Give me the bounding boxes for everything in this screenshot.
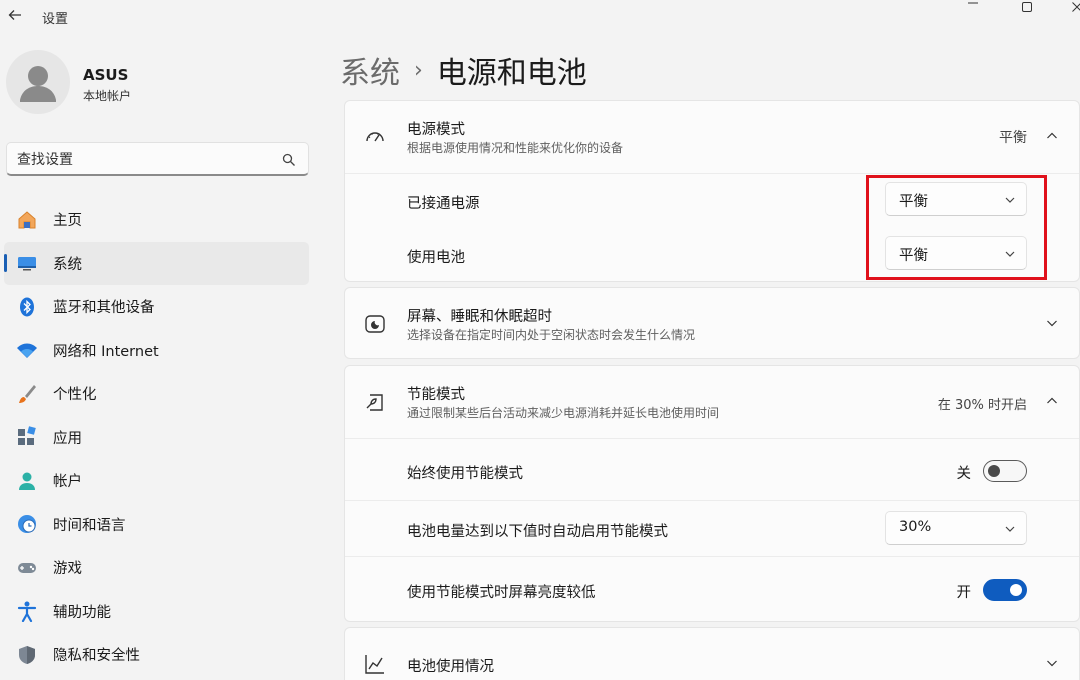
lower-brightness-row: 使用节能模式时屏幕亮度较低 开	[345, 556, 1079, 622]
always-on-state: 关	[956, 466, 972, 482]
brush-icon	[16, 383, 38, 405]
search-box[interactable]	[6, 142, 309, 176]
power-mode-gauge-icon	[363, 125, 387, 149]
home-icon	[16, 209, 38, 231]
sidebar-item-privacy[interactable]: 隐私和安全性	[0, 633, 320, 677]
on-battery-label: 使用电池	[407, 250, 465, 266]
usage-chart-icon	[363, 652, 387, 676]
sidebar-item-label: 帐户	[53, 474, 82, 491]
toggle-knob	[1010, 583, 1022, 596]
user-avatar-icon[interactable]	[6, 50, 70, 114]
back-arrow-icon[interactable]	[4, 4, 26, 26]
close-icon[interactable]	[1062, 0, 1080, 16]
always-on-label: 始终使用节能模式	[407, 466, 523, 482]
sidebar-item-label: 网络和 Internet	[53, 343, 159, 360]
app-title: 设置	[42, 12, 69, 27]
sidebar-item-gaming[interactable]: 游戏	[0, 546, 320, 590]
sidebar-item-network[interactable]: 网络和 Internet	[0, 329, 320, 373]
screen-sleep-card[interactable]: 屏幕、睡眠和休眠超时 选择设备在指定时间内处于空闲状态时会发生什么情况	[344, 287, 1080, 359]
sidebar-item-accessibility[interactable]: 辅助功能	[0, 590, 320, 634]
dropdown-value: 30%	[899, 519, 932, 535]
globe-clock-icon	[16, 513, 38, 535]
battery-usage-header[interactable]: 电池使用情况	[345, 628, 1079, 680]
screen-sleep-header[interactable]: 屏幕、睡眠和休眠超时 选择设备在指定时间内处于空闲状态时会发生什么情况	[345, 288, 1079, 360]
sidebar-item-label: 应用	[53, 430, 82, 447]
power-mode-value: 平衡	[999, 130, 1027, 146]
chevron-down-icon[interactable]	[1041, 652, 1063, 674]
shield-icon	[16, 644, 38, 666]
title-bar: 设置	[0, 0, 1080, 34]
battery-saver-description: 通过限制某些后台活动来减少电源消耗并延长电池使用时间	[407, 406, 720, 420]
battery-saver-header[interactable]: 节能模式 通过限制某些后台活动来减少电源消耗并延长电池使用时间 在 30% 时开…	[345, 366, 1079, 438]
power-mode-description: 根据电源使用情况和性能来优化你的设备	[407, 141, 624, 155]
sidebar-nav: 主页 系统 蓝牙和其他设备 网络和 Internet 个性化 应用 帐户 时间和…	[0, 198, 320, 677]
chevron-down-icon	[1004, 523, 1016, 535]
breadcrumb-separator: ›	[414, 57, 423, 83]
sidebar-item-label: 隐私和安全性	[53, 648, 140, 665]
highlight-box	[866, 175, 1047, 280]
sidebar-item-bluetooth[interactable]: 蓝牙和其他设备	[0, 285, 320, 329]
wifi-icon	[16, 339, 38, 361]
battery-usage-card[interactable]: 电池使用情况	[344, 627, 1080, 680]
profile-account-type: 本地帐户	[83, 89, 132, 103]
minimize-icon[interactable]	[958, 0, 988, 12]
maximize-icon[interactable]	[1012, 0, 1042, 16]
person-icon	[16, 470, 38, 492]
battery-saver-value: 在 30% 时开启	[937, 398, 1027, 413]
lower-brightness-label: 使用节能模式时屏幕亮度较低	[407, 585, 596, 601]
screen-sleep-title: 屏幕、睡眠和休眠超时	[407, 309, 552, 325]
sidebar-item-label: 辅助功能	[53, 604, 111, 621]
profile-name: ASUS	[83, 66, 129, 84]
system-display-icon	[16, 252, 38, 274]
sidebar-item-system[interactable]: 系统	[4, 241, 309, 285]
sidebar-item-home[interactable]: 主页	[0, 198, 320, 242]
bluetooth-icon	[16, 296, 38, 318]
plugged-in-label: 已接通电源	[407, 196, 480, 212]
chevron-down-icon[interactable]	[1041, 312, 1063, 334]
search-input[interactable]	[17, 151, 277, 167]
battery-saver-icon	[363, 390, 387, 414]
page-title: 电源和电池	[436, 56, 587, 91]
auto-threshold-row: 电池电量达到以下值时自动启用节能模式 30%	[345, 500, 1079, 556]
screen-sleep-description: 选择设备在指定时间内处于空闲状态时会发生什么情况	[407, 328, 696, 342]
battery-usage-title: 电池使用情况	[407, 659, 494, 675]
lower-brightness-toggle[interactable]	[983, 579, 1027, 601]
chevron-up-icon[interactable]	[1041, 125, 1063, 147]
battery-saver-card: 节能模式 通过限制某些后台活动来减少电源消耗并延长电池使用时间 在 30% 时开…	[344, 365, 1080, 622]
sidebar-item-label: 系统	[53, 256, 82, 273]
search-icon[interactable]	[282, 152, 296, 166]
sidebar-item-personalization[interactable]: 个性化	[0, 372, 320, 416]
auto-threshold-dropdown[interactable]: 30%	[885, 511, 1027, 545]
auto-threshold-label: 电池电量达到以下值时自动启用节能模式	[407, 524, 668, 540]
sidebar-item-apps[interactable]: 应用	[0, 416, 320, 460]
sidebar-item-accounts[interactable]: 帐户	[0, 459, 320, 503]
power-mode-title: 电源模式	[407, 122, 465, 138]
sidebar-item-label: 时间和语言	[53, 517, 126, 534]
breadcrumb-parent[interactable]: 系统	[340, 48, 400, 92]
lower-brightness-state: 开	[956, 585, 972, 601]
accessibility-icon	[16, 600, 38, 623]
battery-saver-title: 节能模式	[407, 387, 465, 403]
breadcrumb: 系统 › 电源和电池	[340, 48, 587, 92]
power-mode-header[interactable]: 电源模式 根据电源使用情况和性能来优化你的设备 平衡	[345, 101, 1079, 173]
always-on-row: 始终使用节能模式 关	[345, 438, 1079, 500]
sidebar-item-label: 游戏	[53, 561, 82, 578]
sidebar-item-label: 个性化	[53, 387, 97, 404]
chevron-up-icon[interactable]	[1041, 390, 1063, 412]
screen-sleep-icon	[363, 312, 387, 336]
always-on-toggle[interactable]	[983, 460, 1027, 482]
sidebar-item-label: 主页	[53, 213, 82, 230]
sidebar-item-label: 蓝牙和其他设备	[53, 300, 155, 317]
apps-icon	[16, 426, 38, 448]
sidebar-item-time-language[interactable]: 时间和语言	[0, 503, 320, 547]
toggle-knob	[988, 464, 1000, 477]
gamepad-icon	[16, 557, 38, 579]
